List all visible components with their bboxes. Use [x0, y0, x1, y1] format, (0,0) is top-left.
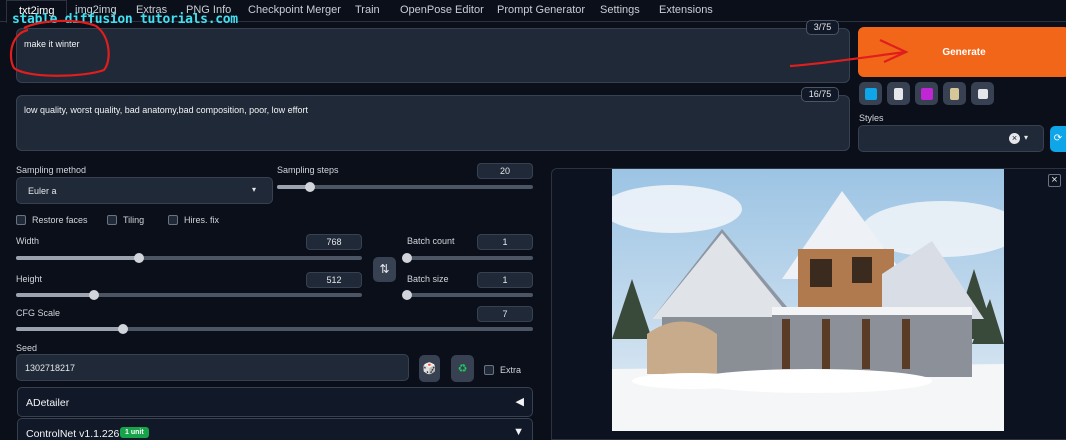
hires-fix-label: Hires. fix [184, 215, 220, 225]
sampling-steps-input[interactable]: 20 [477, 163, 533, 179]
slider-fill [16, 293, 95, 297]
height-label: Height [16, 274, 43, 284]
negative-prompt-input[interactable]: low quality, worst quality, bad anatomy,… [16, 95, 850, 151]
slider-fill [16, 327, 123, 331]
batch-size-input[interactable]: 1 [477, 272, 533, 288]
negative-prompt-text: low quality, worst quality, bad anatomy,… [24, 105, 308, 115]
slider-thumb[interactable] [89, 290, 100, 300]
dice-icon: 🎲 [422, 363, 437, 375]
collapse-arrow-icon: ◀ [515, 396, 524, 408]
extra-networks-icon [920, 87, 933, 100]
seed-value: 1302718217 [25, 363, 76, 373]
batch-count-slider[interactable] [402, 253, 533, 263]
cfg-scale-input[interactable]: 7 [477, 306, 533, 322]
width-input[interactable]: 768 [306, 234, 362, 250]
styles-label: Styles [859, 113, 884, 123]
watermark-text: stable diffusion tutorials.com [12, 12, 238, 27]
slider-thumb[interactable] [133, 253, 144, 263]
slider-thumb[interactable] [402, 290, 412, 300]
clear-prompt-button[interactable] [887, 82, 910, 105]
clipboard-icon [950, 87, 959, 100]
adetailer-title: ADetailer [26, 397, 70, 409]
paste-params-button[interactable] [859, 82, 882, 105]
expand-arrow-icon: ▼ [513, 426, 524, 438]
floppy-icon [977, 88, 988, 99]
slider-thumb[interactable] [402, 253, 412, 263]
height-input[interactable]: 512 [306, 272, 362, 288]
trash-icon [894, 87, 903, 100]
batch-count-label: Batch count [407, 236, 455, 246]
tab-checkpoint-merger[interactable]: Checkpoint Merger [248, 4, 341, 16]
apply-style-button[interactable] [943, 82, 966, 105]
extra-seed-checkbox[interactable] [484, 365, 494, 375]
hires-fix-checkbox[interactable] [168, 215, 178, 225]
controlnet-units-badge: 1 unit [120, 427, 149, 438]
height-slider[interactable] [16, 290, 362, 300]
save-style-button[interactable] [971, 82, 994, 105]
extra-seed-label: Extra [500, 365, 522, 375]
swap-dimensions-button[interactable]: ⇅ [373, 257, 396, 282]
reuse-seed-button[interactable]: ♻ [451, 355, 474, 382]
clear-icon[interactable]: × [1009, 133, 1020, 144]
adetailer-accordion[interactable]: ADetailer ◀ [17, 387, 533, 417]
recycle-icon: ♻ [457, 363, 468, 375]
refresh-styles-button[interactable]: ⟳ [1050, 126, 1066, 152]
width-label: Width [16, 236, 40, 246]
generate-button[interactable]: Generate [858, 27, 1066, 77]
tiling-label: Tiling [123, 215, 145, 225]
sampling-method-value: Euler a [28, 186, 57, 196]
slider-fill [16, 256, 139, 260]
chevron-down-icon: ▾ [1024, 133, 1029, 142]
tab-settings[interactable]: Settings [600, 4, 640, 16]
sampling-steps-label: Sampling steps [277, 165, 339, 175]
batch-count-input[interactable]: 1 [477, 234, 533, 250]
sampling-method-label: Sampling method [16, 165, 87, 175]
tab-extensions[interactable]: Extensions [659, 4, 713, 16]
sampling-method-dropdown[interactable]: Euler a ▾ [16, 177, 273, 204]
tiling-checkbox[interactable] [107, 215, 117, 225]
prompt-text: make it winter [24, 39, 80, 49]
cfg-scale-slider[interactable] [16, 324, 533, 334]
prompt-token-counter: 3/75 [806, 20, 839, 35]
extra-networks-button[interactable] [915, 82, 938, 105]
restore-faces-checkbox[interactable] [16, 215, 26, 225]
cfg-scale-label: CFG Scale [16, 308, 61, 318]
chevron-down-icon: ▾ [251, 185, 256, 194]
swap-icon: ⇅ [379, 262, 390, 276]
batch-size-slider[interactable] [402, 290, 533, 300]
refresh-icon: ⟳ [1053, 133, 1063, 144]
sampling-steps-slider[interactable] [277, 182, 533, 192]
restore-faces-label: Restore faces [32, 215, 88, 225]
close-output-button[interactable]: × [1048, 174, 1061, 187]
styles-dropdown[interactable]: × ▾ [858, 125, 1044, 152]
random-seed-button[interactable]: 🎲 [419, 355, 440, 382]
tab-openpose-editor[interactable]: OpenPose Editor [400, 4, 484, 16]
slider-thumb[interactable] [117, 324, 128, 334]
generated-image[interactable] [612, 169, 1004, 431]
controlnet-accordion[interactable]: ControlNet v1.1.226 1 unit ▼ [17, 418, 533, 440]
tab-train[interactable]: Train [355, 4, 380, 16]
seed-input[interactable]: 1302718217 [16, 354, 409, 381]
batch-size-label: Batch size [407, 274, 449, 284]
slider-thumb[interactable] [304, 182, 315, 192]
prompt-input[interactable]: make it winter [16, 28, 850, 83]
controlnet-title: ControlNet v1.1.226 [26, 428, 120, 440]
seed-label: Seed [16, 343, 38, 353]
width-slider[interactable] [16, 253, 362, 263]
negative-prompt-token-counter: 16/75 [801, 87, 839, 102]
arrow-icon [864, 87, 877, 100]
close-icon: × [1051, 174, 1058, 186]
tab-prompt-generator[interactable]: Prompt Generator [497, 4, 585, 16]
